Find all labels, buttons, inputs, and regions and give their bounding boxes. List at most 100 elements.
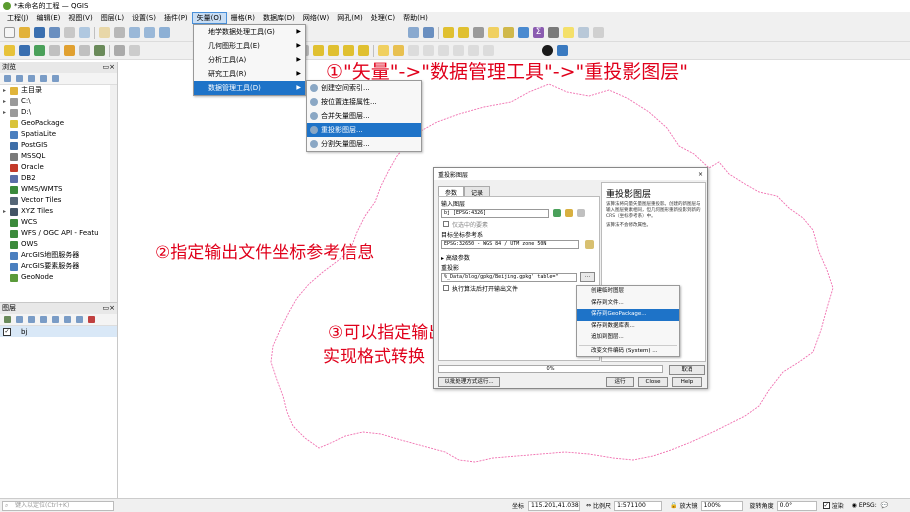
menu-vector[interactable]: 矢量(O) bbox=[191, 12, 227, 24]
menu-web[interactable]: 网络(W) bbox=[299, 12, 333, 24]
layer-item-bj[interactable]: ✓ bj bbox=[0, 326, 117, 337]
add-feature-icon[interactable] bbox=[34, 45, 45, 56]
expand-arrow-icon[interactable]: ▸ bbox=[3, 96, 10, 107]
menu-item-analysis-tools[interactable]: 分析工具(A) ▶ bbox=[194, 53, 305, 67]
eye-icon[interactable] bbox=[28, 316, 35, 323]
iterate-icon[interactable] bbox=[553, 209, 561, 217]
menu-item-reproject-layer[interactable]: 重投影图层... bbox=[307, 123, 421, 137]
python-console-icon[interactable] bbox=[557, 45, 568, 56]
close-icon[interactable]: ▭× bbox=[103, 62, 117, 73]
menu-item-save-to-geopackage[interactable]: 保存到GeoPackage... bbox=[577, 309, 679, 321]
menu-processing[interactable]: 处理(C) bbox=[367, 12, 399, 24]
menu-database[interactable]: 数据库(D) bbox=[259, 12, 299, 24]
select-by-value-icon[interactable] bbox=[473, 27, 484, 38]
save-edits-icon[interactable] bbox=[19, 45, 30, 56]
locator-search-input[interactable]: ⌕ 键入以定位(Ctrl+K) bbox=[2, 500, 114, 511]
attribute-table-icon[interactable] bbox=[518, 27, 529, 38]
magnifier-field[interactable]: 100% bbox=[700, 500, 743, 511]
refresh-icon[interactable] bbox=[4, 75, 11, 82]
expand-arrow-icon[interactable]: ▸ bbox=[3, 85, 10, 96]
timer-icon[interactable] bbox=[423, 27, 434, 38]
globe-plugin-icon[interactable] bbox=[542, 45, 553, 56]
collapse-all-icon[interactable] bbox=[76, 316, 83, 323]
move-feature-icon[interactable] bbox=[64, 45, 75, 56]
menu-item-research-tools[interactable]: 研究工具(R) ▶ bbox=[194, 67, 305, 81]
filter-legend-icon[interactable] bbox=[40, 316, 47, 323]
refresh-icon[interactable] bbox=[408, 27, 419, 38]
browser-item[interactable]: ▸ XYZ Tiles bbox=[0, 206, 117, 217]
select-features-icon[interactable] bbox=[458, 27, 469, 38]
render-checkbox[interactable]: ✓ bbox=[822, 502, 830, 509]
browser-item[interactable]: ▸ C:\ bbox=[0, 96, 117, 107]
toggle-annotation-icon[interactable] bbox=[483, 45, 494, 56]
label-move-icon[interactable] bbox=[328, 45, 339, 56]
label-pin-icon[interactable] bbox=[313, 45, 324, 56]
html-annotation-icon[interactable] bbox=[408, 45, 419, 56]
add-group-icon[interactable] bbox=[16, 316, 23, 323]
svg-annotation-icon[interactable] bbox=[423, 45, 434, 56]
menu-item-temp-layer[interactable]: 创建临时图层 bbox=[577, 286, 679, 298]
save-project-icon[interactable] bbox=[34, 27, 45, 38]
run-button[interactable]: 运行 bbox=[606, 377, 634, 387]
filter-expression-icon[interactable] bbox=[52, 316, 59, 323]
browser-item[interactable]: ArcGIS要素服务器 bbox=[0, 261, 117, 272]
digitize-icon[interactable] bbox=[94, 45, 105, 56]
menu-item-split-layer[interactable]: 分割矢量图层... bbox=[307, 137, 421, 151]
browser-item[interactable]: GeoPackage bbox=[0, 118, 117, 129]
bookmark-icon[interactable] bbox=[578, 27, 589, 38]
edit-pencil-icon[interactable] bbox=[4, 45, 15, 56]
browser-item[interactable]: GeoNode bbox=[0, 272, 117, 283]
browser-item[interactable]: PostGIS bbox=[0, 140, 117, 151]
layout-manager-icon[interactable] bbox=[79, 27, 90, 38]
remove-layer-icon[interactable] bbox=[88, 316, 95, 323]
crs-globe-icon[interactable]: ◉ bbox=[852, 502, 857, 509]
menu-item-save-to-database[interactable]: 保存到数据库表... bbox=[577, 321, 679, 333]
selected-only-checkbox[interactable] bbox=[443, 221, 449, 227]
measure-icon[interactable] bbox=[548, 27, 559, 38]
expand-arrow-icon[interactable]: ▸ bbox=[3, 107, 10, 118]
pan-to-selection-icon[interactable] bbox=[114, 27, 125, 38]
browser-item[interactable]: ▸ 主目录 bbox=[0, 85, 117, 96]
identify-icon[interactable] bbox=[443, 27, 454, 38]
browser-item[interactable]: SpatiaLite bbox=[0, 129, 117, 140]
open-after-run-checkbox[interactable] bbox=[443, 285, 449, 291]
menu-item-data-management[interactable]: 数据管理工具(D) ▶ bbox=[194, 81, 305, 95]
properties-icon[interactable] bbox=[52, 75, 59, 82]
menu-raster[interactable]: 栅格(R) bbox=[227, 12, 259, 24]
advanced-params-toggle[interactable]: ▸ 高级参数 bbox=[441, 253, 470, 262]
form-annotation-icon[interactable] bbox=[393, 45, 404, 56]
menu-edit[interactable]: 编辑(E) bbox=[33, 12, 65, 24]
batch-process-button[interactable]: 以批处理方式运行... bbox=[438, 377, 500, 387]
pan-icon[interactable] bbox=[99, 27, 110, 38]
menu-item-change-encoding[interactable]: 改变文件编码 (System) ... bbox=[577, 347, 679, 356]
lock-icon[interactable]: 🔒 bbox=[670, 502, 677, 509]
layer-browse-icon[interactable] bbox=[577, 209, 585, 217]
scale-field[interactable]: 1:571100 bbox=[614, 500, 663, 511]
menu-project[interactable]: 工程(J) bbox=[3, 12, 33, 24]
browser-item[interactable]: Vector Tiles bbox=[0, 195, 117, 206]
map-tips-icon[interactable] bbox=[563, 27, 574, 38]
layer-visibility-checkbox[interactable]: ✓ bbox=[3, 327, 11, 336]
coordinate-field[interactable]: 115.201,41.038 bbox=[528, 500, 581, 511]
crs-status[interactable]: EPSG: bbox=[859, 502, 877, 509]
browser-item[interactable]: ▸ D:\ bbox=[0, 107, 117, 118]
menu-item-geometry-tools[interactable]: 几何图形工具(E) ▶ bbox=[194, 39, 305, 53]
save-as-icon[interactable] bbox=[49, 27, 60, 38]
label-rotate-icon[interactable] bbox=[343, 45, 354, 56]
browser-item[interactable]: WMS/WMTS bbox=[0, 184, 117, 195]
redo-icon[interactable] bbox=[129, 45, 140, 56]
sigma-icon[interactable]: Σ bbox=[533, 27, 544, 38]
close-button[interactable]: Close bbox=[638, 377, 668, 387]
collapse-icon[interactable] bbox=[40, 75, 47, 82]
style-icon[interactable] bbox=[4, 316, 11, 323]
menu-mesh[interactable]: 网孔(M) bbox=[333, 12, 367, 24]
filter-icon[interactable] bbox=[28, 75, 35, 82]
text-annotation-icon[interactable] bbox=[593, 27, 604, 38]
new-project-icon[interactable] bbox=[4, 27, 15, 38]
menu-item-append-to-layer[interactable]: 追加到图层... bbox=[577, 332, 679, 344]
close-icon[interactable]: × bbox=[698, 171, 703, 178]
zoom-full-icon[interactable] bbox=[159, 27, 170, 38]
menu-item-save-to-file[interactable]: 保存到文件... bbox=[577, 298, 679, 310]
browser-item[interactable]: DB2 bbox=[0, 173, 117, 184]
menu-plugins[interactable]: 插件(P) bbox=[160, 12, 192, 24]
